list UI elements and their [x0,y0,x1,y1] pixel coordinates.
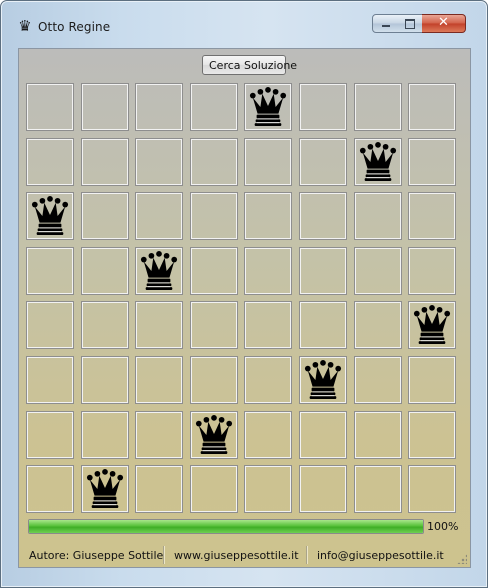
board-cell[interactable] [244,356,293,404]
status-email[interactable]: info@giuseppesottile.it [317,549,444,562]
queen-icon [300,357,346,403]
queen-icon [27,193,73,239]
queen-icon [136,248,182,294]
queen-icon [191,412,237,458]
board-cell[interactable] [299,465,347,514]
app-window: ♛ Otto Regine ✕ Cerca Soluzione 100% Aut… [0,0,488,588]
board-cell[interactable] [244,192,293,241]
board-cell[interactable] [353,192,402,241]
board-cell[interactable] [189,301,238,350]
board-cell[interactable] [408,356,457,404]
board-cell[interactable] [353,410,402,459]
board-cell[interactable] [80,83,129,131]
board-cell[interactable] [299,301,347,350]
board-cell[interactable] [299,192,347,241]
board-cell[interactable] [244,137,293,186]
progress-bar [28,519,424,534]
board-cell[interactable] [408,246,457,295]
client-area: Cerca Soluzione 100% Autore: Giuseppe So… [18,48,471,568]
board-cell[interactable] [26,83,74,131]
board-cell[interactable] [299,356,347,404]
board-cell[interactable] [244,246,293,295]
maximize-button[interactable] [397,14,423,33]
board-cell[interactable] [189,410,238,459]
board-cell[interactable] [244,301,293,350]
close-button[interactable]: ✕ [422,14,466,33]
minimize-icon [382,25,390,27]
board-cell[interactable] [408,301,457,350]
board-cell[interactable] [244,465,293,514]
board-cell[interactable] [299,137,347,186]
board-cell[interactable] [353,301,402,350]
board-cell[interactable] [26,246,74,295]
board-cell[interactable] [189,83,238,131]
minimize-button[interactable] [372,14,398,33]
board-cell[interactable] [135,137,184,186]
queen-icon [409,302,455,348]
board-cell[interactable] [135,83,184,131]
board-cell[interactable] [408,465,457,514]
window-title: Otto Regine [38,20,111,34]
board-cell[interactable] [26,356,74,404]
board-cell[interactable] [244,410,293,459]
board-cell[interactable] [299,83,347,131]
board-cell[interactable] [26,192,74,241]
board-cell[interactable] [244,83,293,131]
title-bar[interactable]: ♛ Otto Regine ✕ [1,1,487,41]
board-cell[interactable] [353,465,402,514]
board-cell[interactable] [80,465,129,514]
queen-icon [245,84,291,130]
status-website[interactable]: www.giuseppesottile.it [174,549,299,562]
board-cell[interactable] [408,137,457,186]
board-cell[interactable] [189,465,238,514]
status-bar: Autore: Giuseppe Sottile www.giuseppesot… [19,541,470,567]
close-icon: ✕ [438,15,449,30]
board-cell[interactable] [26,137,74,186]
board-cell[interactable] [353,356,402,404]
board-cell[interactable] [299,246,347,295]
resize-grip-icon[interactable] [457,554,467,564]
board-cell[interactable] [353,83,402,131]
progress-fill [29,520,423,533]
board-cell[interactable] [189,192,238,241]
board-cell[interactable] [26,410,74,459]
board-cell[interactable] [80,301,129,350]
board-cell[interactable] [135,356,184,404]
board-cell[interactable] [408,410,457,459]
solve-button[interactable]: Cerca Soluzione [202,55,297,75]
board-cell[interactable] [189,246,238,295]
board-cell[interactable] [26,301,74,350]
board-cell[interactable] [353,246,402,295]
board-cell[interactable] [408,83,457,131]
status-separator [163,546,164,564]
progress-label: 100% [427,520,459,533]
board-cell[interactable] [135,192,184,241]
queen-icon [355,139,401,185]
maximize-icon [405,19,415,29]
queen-icon[interactable]: ♛ [17,18,33,34]
board-cell[interactable] [353,137,402,186]
board-cell[interactable] [26,465,74,514]
status-author: Autore: Giuseppe Sottile [29,549,164,562]
board-cell[interactable] [80,137,129,186]
board-cell[interactable] [135,246,184,295]
board-cell[interactable] [299,410,347,459]
board-cell[interactable] [189,137,238,186]
queen-icon [82,466,128,512]
board-cell[interactable] [189,356,238,404]
board-cell[interactable] [135,301,184,350]
board-cell[interactable] [80,192,129,241]
chess-board [26,83,462,515]
board-cell[interactable] [135,465,184,514]
board-cell[interactable] [80,246,129,295]
board-cell[interactable] [408,192,457,241]
board-cell[interactable] [135,410,184,459]
status-separator [306,546,307,564]
board-cell[interactable] [80,410,129,459]
board-cell[interactable] [80,356,129,404]
